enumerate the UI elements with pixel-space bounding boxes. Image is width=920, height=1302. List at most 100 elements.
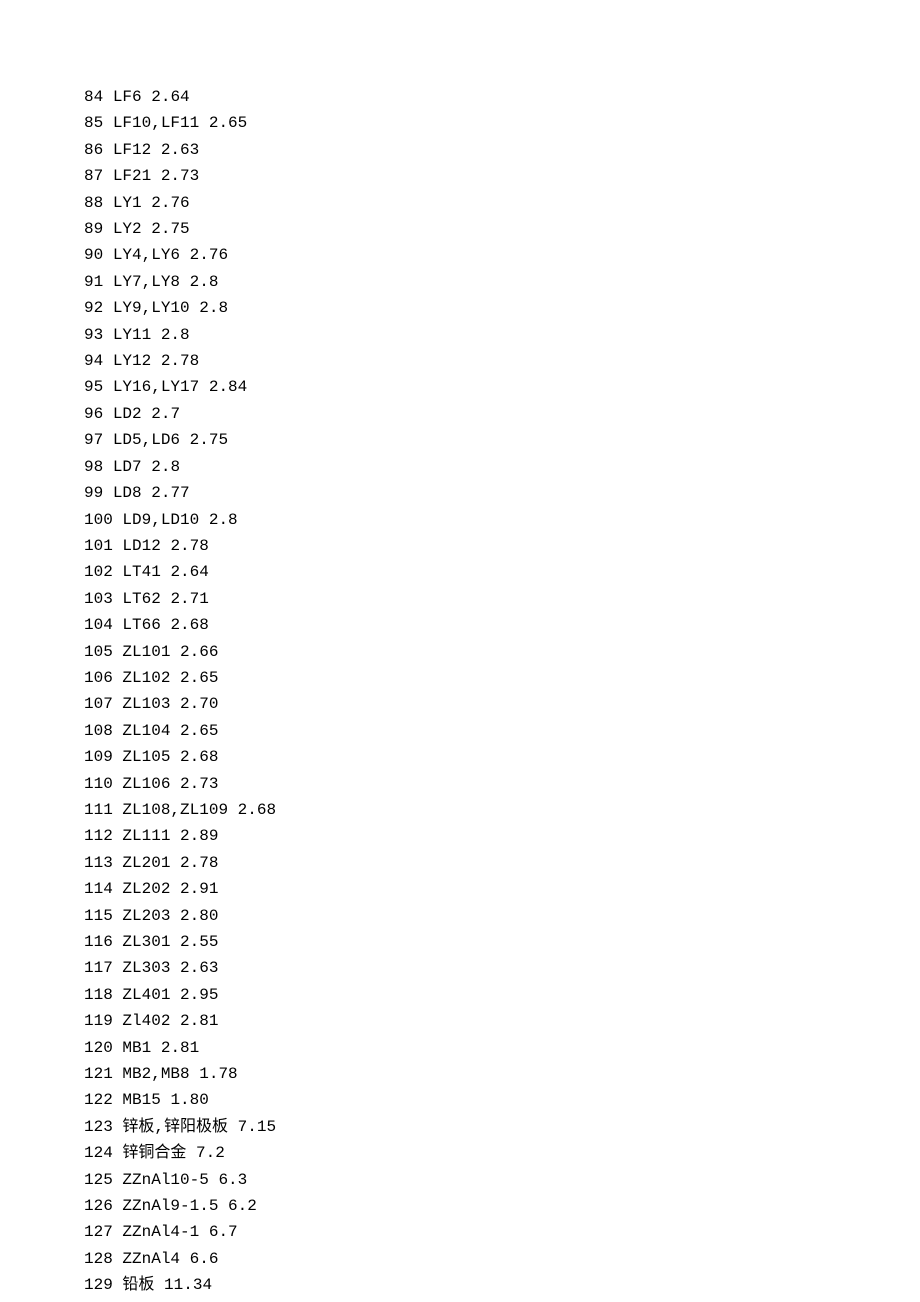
- row-number: 129: [84, 1276, 113, 1294]
- material-name: LY4,LY6: [113, 246, 180, 264]
- row-number: 95: [84, 378, 103, 396]
- row-number: 85: [84, 114, 103, 132]
- density-value: 2.76: [190, 246, 228, 264]
- density-value: 2.73: [180, 775, 218, 793]
- row-number: 97: [84, 431, 103, 449]
- list-item: 114 ZL202 2.91: [84, 876, 920, 902]
- list-item: 128 ZZnAl4 6.6: [84, 1246, 920, 1272]
- row-number: 94: [84, 352, 103, 370]
- density-value: 2.80: [180, 907, 218, 925]
- density-value: 2.66: [180, 643, 218, 661]
- row-number: 109: [84, 748, 113, 766]
- list-item: 99 LD8 2.77: [84, 480, 920, 506]
- density-value: 2.7: [151, 405, 180, 423]
- material-name: ZL303: [122, 959, 170, 977]
- material-name: ZZnAl4: [122, 1250, 180, 1268]
- material-name: 锌铜合金: [122, 1144, 186, 1162]
- material-name: LY2: [113, 220, 142, 238]
- material-name: 锌板,锌阳极板: [122, 1118, 228, 1136]
- density-value: 2.65: [180, 669, 218, 687]
- document-body: 84 LF6 2.6485 LF10,LF11 2.6586 LF12 2.63…: [0, 0, 920, 1299]
- row-number: 91: [84, 273, 103, 291]
- row-number: 99: [84, 484, 103, 502]
- list-item: 87 LF21 2.73: [84, 163, 920, 189]
- material-name: ZL101: [122, 643, 170, 661]
- list-item: 85 LF10,LF11 2.65: [84, 110, 920, 136]
- row-number: 128: [84, 1250, 113, 1268]
- list-item: 118 ZL401 2.95: [84, 982, 920, 1008]
- density-value: 2.8: [151, 458, 180, 476]
- row-number: 100: [84, 511, 113, 529]
- material-name: ZL105: [122, 748, 170, 766]
- density-value: 2.64: [151, 88, 189, 106]
- list-item: 84 LF6 2.64: [84, 84, 920, 110]
- density-value: 2.65: [180, 722, 218, 740]
- density-value: 2.75: [151, 220, 189, 238]
- density-value: 2.63: [180, 959, 218, 977]
- material-name: ZL203: [122, 907, 170, 925]
- row-number: 117: [84, 959, 113, 977]
- list-item: 109 ZL105 2.68: [84, 744, 920, 770]
- material-name: ZL106: [122, 775, 170, 793]
- material-name: LY9,LY10: [113, 299, 190, 317]
- row-number: 92: [84, 299, 103, 317]
- material-name: LF21: [113, 167, 151, 185]
- density-value: 2.78: [180, 854, 218, 872]
- density-value: 11.34: [164, 1276, 212, 1294]
- list-item: 95 LY16,LY17 2.84: [84, 374, 920, 400]
- material-name: MB1: [122, 1039, 151, 1057]
- row-number: 114: [84, 880, 113, 898]
- list-item: 113 ZL201 2.78: [84, 850, 920, 876]
- density-value: 2.55: [180, 933, 218, 951]
- material-name: LT66: [122, 616, 160, 634]
- material-name: ZL103: [122, 695, 170, 713]
- material-name: LD8: [113, 484, 142, 502]
- material-name: ZL104: [122, 722, 170, 740]
- density-value: 2.73: [161, 167, 199, 185]
- list-item: 100 LD9,LD10 2.8: [84, 507, 920, 533]
- material-name: MB2,MB8: [122, 1065, 189, 1083]
- row-number: 127: [84, 1223, 113, 1241]
- row-number: 88: [84, 194, 103, 212]
- material-name: ZZnAl4-1: [122, 1223, 199, 1241]
- material-name: LD12: [122, 537, 160, 555]
- list-item: 112 ZL111 2.89: [84, 823, 920, 849]
- density-value: 6.3: [218, 1171, 247, 1189]
- list-item: 88 LY1 2.76: [84, 190, 920, 216]
- material-name: LF10,LF11: [113, 114, 199, 132]
- row-number: 105: [84, 643, 113, 661]
- material-name: LD7: [113, 458, 142, 476]
- density-value: 6.7: [209, 1223, 238, 1241]
- density-value: 2.8: [209, 511, 238, 529]
- material-name: ZZnAl9-1.5: [122, 1197, 218, 1215]
- material-name: Zl402: [122, 1012, 170, 1030]
- row-number: 126: [84, 1197, 113, 1215]
- list-item: 106 ZL102 2.65: [84, 665, 920, 691]
- density-value: 2.95: [180, 986, 218, 1004]
- list-item: 116 ZL301 2.55: [84, 929, 920, 955]
- row-number: 108: [84, 722, 113, 740]
- density-value: 2.65: [209, 114, 247, 132]
- density-value: 2.68: [238, 801, 276, 819]
- row-number: 102: [84, 563, 113, 581]
- row-number: 93: [84, 326, 103, 344]
- list-item: 101 LD12 2.78: [84, 533, 920, 559]
- material-name: LY16,LY17: [113, 378, 199, 396]
- density-value: 1.78: [199, 1065, 237, 1083]
- row-number: 98: [84, 458, 103, 476]
- material-name: ZL108,ZL109: [122, 801, 228, 819]
- density-value: 2.76: [151, 194, 189, 212]
- density-value: 2.63: [161, 141, 199, 159]
- material-name: ZL201: [122, 854, 170, 872]
- density-value: 2.91: [180, 880, 218, 898]
- material-name: ZL301: [122, 933, 170, 951]
- material-name: LF12: [113, 141, 151, 159]
- row-number: 115: [84, 907, 113, 925]
- material-name: LY12: [113, 352, 151, 370]
- density-value: 2.75: [190, 431, 228, 449]
- list-item: 102 LT41 2.64: [84, 559, 920, 585]
- density-value: 7.15: [238, 1118, 276, 1136]
- material-name: ZL401: [122, 986, 170, 1004]
- list-item: 108 ZL104 2.65: [84, 718, 920, 744]
- row-number: 123: [84, 1118, 113, 1136]
